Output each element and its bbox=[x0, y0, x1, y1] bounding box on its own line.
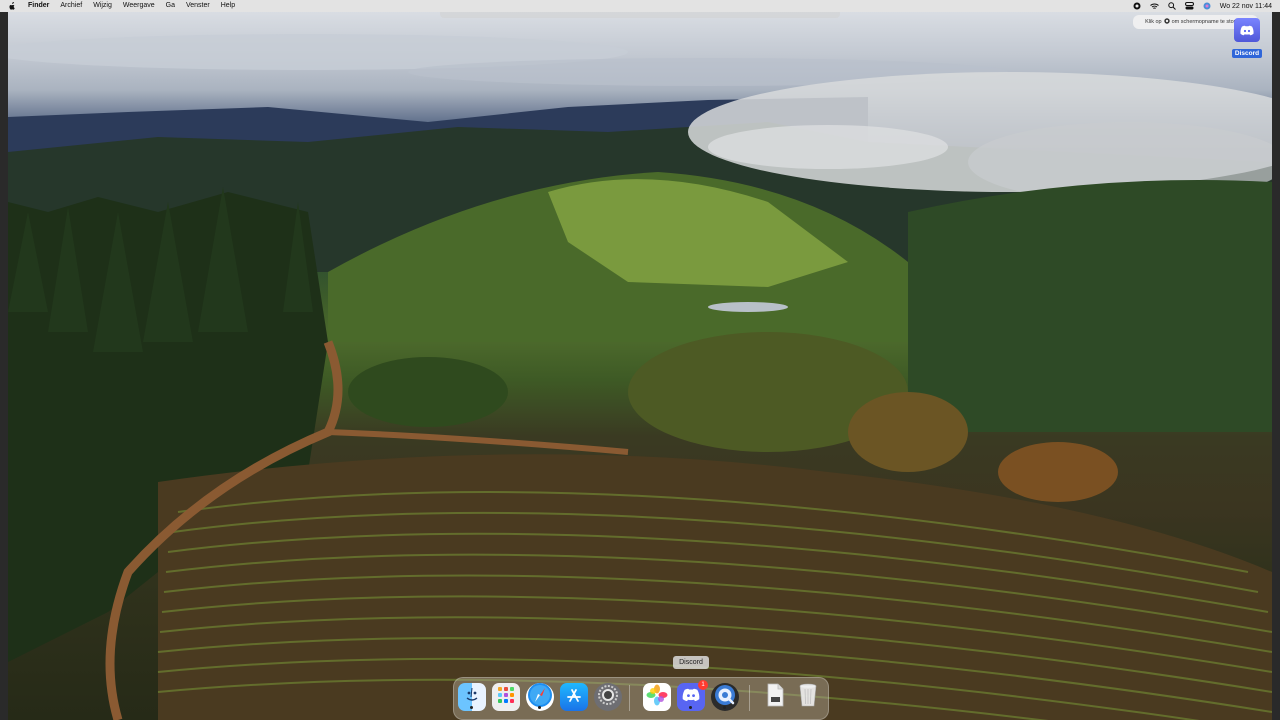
dock-separator bbox=[629, 685, 630, 711]
wifi-icon[interactable] bbox=[1149, 3, 1159, 10]
discord-icon bbox=[682, 688, 700, 707]
dock-launchpad[interactable] bbox=[492, 683, 520, 711]
search-icon[interactable] bbox=[1168, 2, 1176, 10]
screen-recording-stop-icon[interactable] bbox=[1133, 2, 1141, 10]
system-settings-icon bbox=[597, 684, 619, 711]
dock-photos[interactable] bbox=[643, 683, 671, 711]
dock: 1 bbox=[453, 677, 829, 720]
dock-app-store[interactable] bbox=[560, 683, 588, 711]
menu-ga[interactable]: Ga bbox=[166, 0, 175, 12]
notification-text-before: Klik op bbox=[1145, 19, 1162, 25]
photos-icon bbox=[646, 684, 668, 711]
trash-icon bbox=[798, 682, 818, 713]
dock-quicktime[interactable] bbox=[711, 683, 739, 711]
dock-safari[interactable] bbox=[526, 682, 554, 711]
menubar-clock[interactable]: Wo 22 nov 11:44 bbox=[1220, 3, 1272, 10]
running-indicator bbox=[470, 706, 473, 709]
dock-separator bbox=[749, 685, 750, 711]
app-store-icon bbox=[565, 686, 583, 709]
menu-venster[interactable]: Venster bbox=[186, 0, 210, 12]
desktop-icon-label: Discord bbox=[1231, 49, 1263, 58]
menu-help[interactable]: Help bbox=[221, 0, 235, 12]
menu-finder[interactable]: Finder bbox=[28, 0, 49, 12]
document-icon bbox=[765, 683, 785, 712]
running-indicator bbox=[723, 706, 726, 709]
control-center-icon[interactable] bbox=[1184, 2, 1194, 10]
notification-badge: 1 bbox=[698, 680, 708, 690]
menu-weergave[interactable]: Weergave bbox=[123, 0, 155, 12]
window-edge-strip bbox=[440, 12, 840, 18]
dock-document[interactable] bbox=[761, 683, 789, 711]
menu-bar: Finder Archief Wijzig Weergave Ga Venste… bbox=[0, 0, 1280, 12]
siri-icon[interactable] bbox=[1203, 2, 1211, 10]
running-indicator bbox=[538, 706, 541, 709]
record-stop-icon bbox=[1163, 18, 1170, 26]
dock-system-settings[interactable] bbox=[594, 683, 622, 711]
menu-wijzig[interactable]: Wijzig bbox=[93, 0, 112, 12]
dock-finder[interactable] bbox=[458, 683, 486, 711]
running-indicator bbox=[689, 706, 692, 709]
dock-tooltip: Discord bbox=[673, 656, 709, 669]
wallpaper-landscape bbox=[8, 34, 1272, 720]
status-area: Wo 22 nov 11:44 bbox=[1133, 0, 1272, 12]
apple-menu-icon[interactable] bbox=[8, 1, 18, 11]
menu-archief[interactable]: Archief bbox=[60, 0, 82, 12]
discord-file-icon bbox=[1234, 18, 1260, 42]
dock-discord[interactable]: 1 bbox=[677, 680, 708, 711]
dock-trash[interactable] bbox=[794, 683, 822, 711]
launchpad-icon bbox=[496, 685, 516, 710]
desktop-icon-discord[interactable]: Discord bbox=[1230, 18, 1264, 62]
desktop-wallpaper bbox=[8, 12, 1272, 720]
